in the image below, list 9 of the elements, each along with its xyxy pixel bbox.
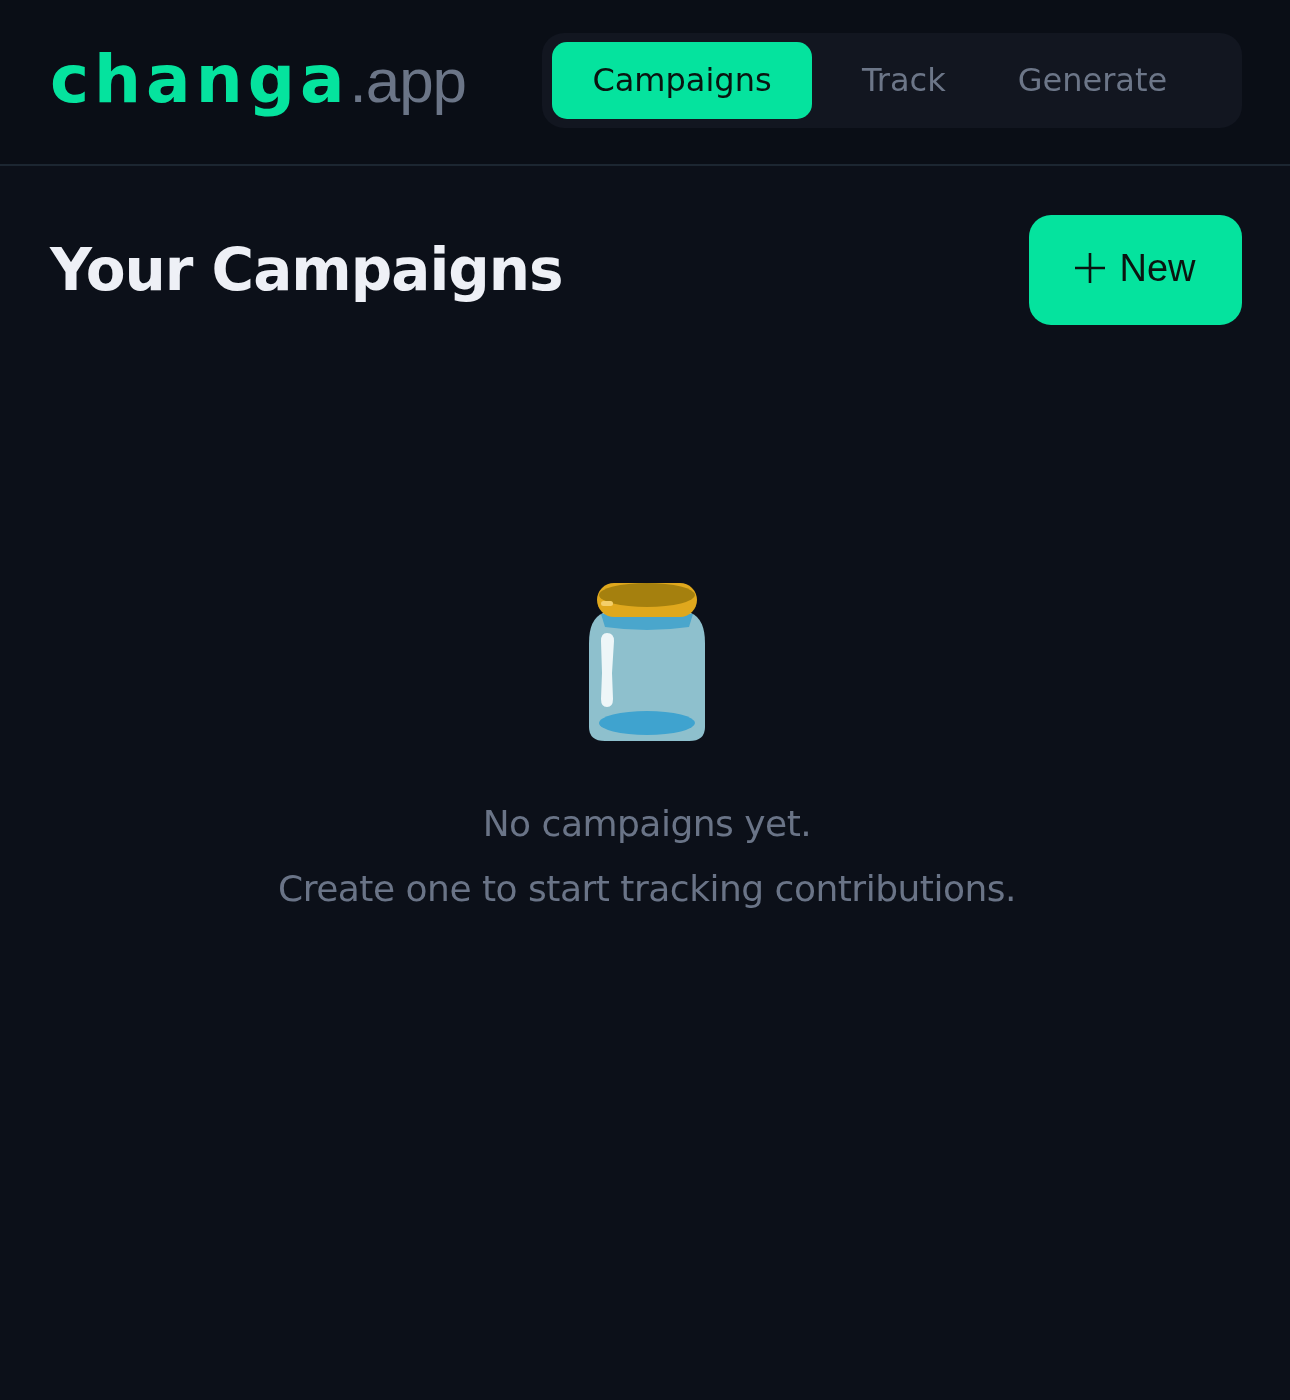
empty-jar-icon [589,581,705,741]
page-title: Your Campaigns [50,236,563,304]
empty-state-text: No campaigns yet. [482,802,812,846]
nav-tab[interactable]: Campaigns [552,41,812,119]
empty-state-text: Create one to start tracking contributions. [278,867,1016,911]
nav-tab[interactable]: Generate [991,41,1194,119]
plus-icon [1075,253,1106,283]
new-button[interactable]: New [1029,215,1242,325]
nav-tab[interactable]: Track [836,41,972,119]
